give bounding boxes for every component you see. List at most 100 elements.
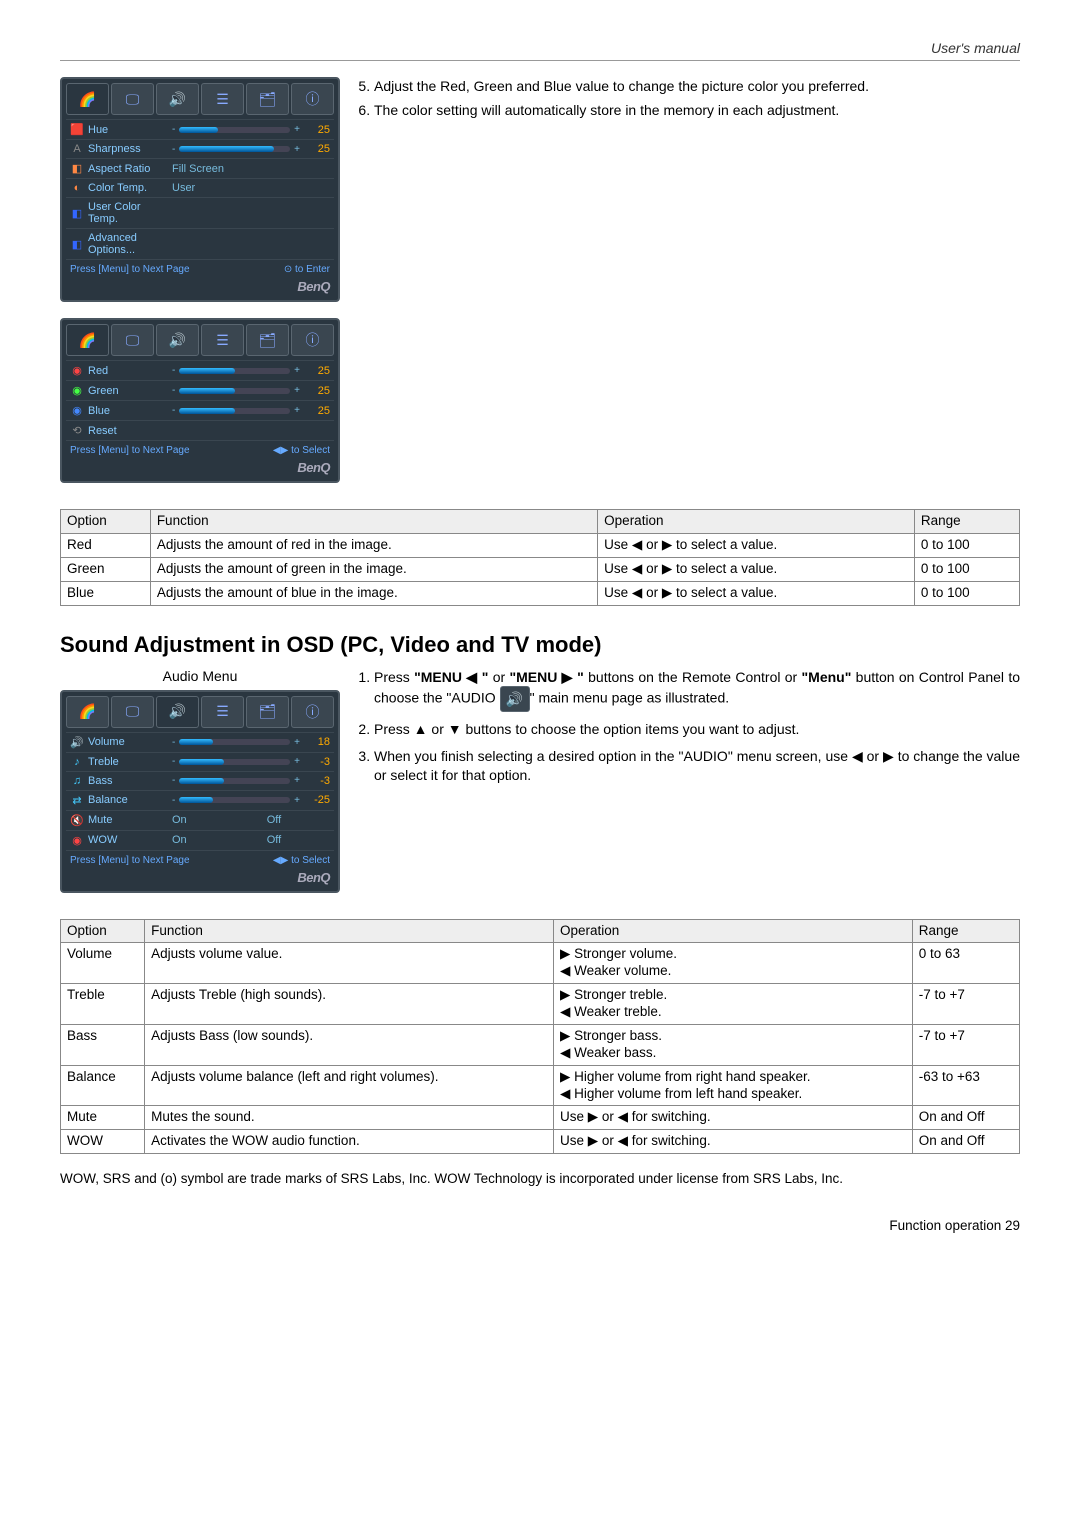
menu-bold: "Menu" <box>802 669 852 685</box>
osd-panel-usercolor: 🌈 🖵 🔊 ☰ 🗂 ⓘ ◉ Red- + 25◉ Green- + <box>60 318 340 483</box>
row-value: User <box>172 182 240 194</box>
table-cell: 0 to 100 <box>914 581 1019 605</box>
tab-info-icon: ⓘ <box>291 324 334 356</box>
table-cell: ▶ Stronger volume. ◀ Weaker volume. <box>554 943 913 984</box>
audio-menu-caption: Audio Menu <box>60 668 340 684</box>
osd-row: ◧ Aspect RatioFill Screen <box>66 158 334 178</box>
table-cell: Adjusts Bass (low sounds). <box>145 1024 554 1065</box>
txt: or <box>488 669 509 685</box>
osd-foot-left: Press [Menu] to Next Page <box>70 445 190 456</box>
table-cell: Adjusts Treble (high sounds). <box>145 984 554 1025</box>
minus-icon: - <box>172 385 175 396</box>
row-label: Mute <box>88 814 172 826</box>
osd-row: ⇄ Balance- + -25 <box>66 790 334 810</box>
row-num: 25 <box>300 143 330 155</box>
table-cell: -7 to +7 <box>912 1024 1019 1065</box>
table-header: Operation <box>554 919 913 943</box>
osd-row: ♫ Bass- + -3 <box>66 771 334 790</box>
audio-options-table: OptionFunctionOperationRange VolumeAdjus… <box>60 919 1020 1155</box>
note-6: The color setting will automatically sto… <box>374 101 1020 119</box>
table-cell: WOW <box>61 1130 145 1154</box>
tab-system-icon: 🗂 <box>246 324 289 356</box>
row-icon: ◉ <box>70 384 84 397</box>
audio-note-1: Press "MENU ◀ " or "MENU ▶ " buttons on … <box>374 668 1020 713</box>
osd-foot-right: ⊙ to Enter <box>284 264 330 275</box>
minus-icon: - <box>172 144 175 155</box>
table-cell: Mutes the sound. <box>145 1106 554 1130</box>
row-icon: ⇄ <box>70 794 84 807</box>
row-label: Bass <box>88 775 172 787</box>
row-num: 25 <box>300 385 330 397</box>
table-header: Option <box>61 510 151 534</box>
table-row: BassAdjusts Bass (low sounds).▶ Stronger… <box>61 1024 1020 1065</box>
row-label: Hue <box>88 124 172 136</box>
table-cell: Use ◀ or ▶ to select a value. <box>598 533 915 557</box>
row-icon: 🔊 <box>70 736 84 749</box>
row-icon: ◧ <box>70 162 84 175</box>
menu-right-bold: "MENU ▶ " <box>510 669 584 685</box>
table-row: BalanceAdjusts volume balance (left and … <box>61 1065 1020 1106</box>
row-num: -3 <box>300 775 330 787</box>
row-label: Treble <box>88 756 172 768</box>
table-cell: Adjusts the amount of blue in the image. <box>150 581 597 605</box>
osd-row: 🔇 MuteOnOff <box>66 810 334 830</box>
tab-picture-icon: 🌈 <box>66 696 109 728</box>
osd-foot-left: Press [Menu] to Next Page <box>70 264 190 275</box>
osd-row: ◧ Advanced Options... <box>66 228 334 259</box>
table-header: Operation <box>598 510 915 534</box>
audio-note-2: Press ▲ or ▼ buttons to choose the optio… <box>374 720 1020 739</box>
table-header: Option <box>61 919 145 943</box>
tab-audio-icon: 🔊 <box>156 696 199 728</box>
table-cell: On and Off <box>912 1106 1019 1130</box>
tab-system-icon: 🗂 <box>246 83 289 115</box>
table-row: BlueAdjusts the amount of blue in the im… <box>61 581 1020 605</box>
adjustment-notes: Adjust the Red, Green and Blue value to … <box>360 77 1020 499</box>
txt: Press <box>374 669 414 685</box>
osd-footer: Press [Menu] to Next Page ⊙ to Enter <box>66 259 334 279</box>
audio-notes: Press "MENU ◀ " or "MENU ▶ " buttons on … <box>360 668 1020 794</box>
table-cell: -7 to +7 <box>912 984 1019 1025</box>
txt: " main menu page as illustrated. <box>530 690 730 706</box>
table-cell: Green <box>61 557 151 581</box>
table-row: RedAdjusts the amount of red in the imag… <box>61 533 1020 557</box>
note-5: Adjust the Red, Green and Blue value to … <box>374 77 1020 95</box>
row-label: Red <box>88 365 172 377</box>
table-header: Function <box>150 510 597 534</box>
row-slider <box>179 408 290 414</box>
tab-picture-icon: 🌈 <box>66 324 109 356</box>
row-slider <box>179 388 290 394</box>
row-label: Aspect Ratio <box>88 163 172 175</box>
tab-picture-icon: 🌈 <box>66 83 109 115</box>
osd-footer: Press [Menu] to Next Page ◀▶ to Select <box>66 850 334 870</box>
minus-icon: - <box>172 756 175 767</box>
osd-row: ♪ Treble- + -3 <box>66 752 334 771</box>
table-header: Range <box>914 510 1019 534</box>
osd-row: ⟲ Reset <box>66 420 334 440</box>
table-cell: ▶ Stronger bass. ◀ Weaker bass. <box>554 1024 913 1065</box>
table-cell: Use ▶ or ◀ for switching. <box>554 1130 913 1154</box>
table-row: WOWActivates the WOW audio function.Use … <box>61 1130 1020 1154</box>
minus-icon: - <box>172 405 175 416</box>
tab-audio-icon: 🔊 <box>156 324 199 356</box>
osd-row: A Sharpness- + 25 <box>66 139 334 158</box>
row-slider <box>179 146 290 152</box>
table-cell: Use ▶ or ◀ for switching. <box>554 1106 913 1130</box>
tab-audio-icon: 🔊 <box>156 83 199 115</box>
table-cell: On and Off <box>912 1130 1019 1154</box>
table-row: GreenAdjusts the amount of green in the … <box>61 557 1020 581</box>
srs-footnote: WOW, SRS and (o) symbol are trade marks … <box>60 1170 1020 1188</box>
tab-menu-icon: ☰ <box>201 83 244 115</box>
osd-foot-right: ◀▶ to Select <box>273 445 330 456</box>
row-value: On <box>172 834 240 846</box>
row-icon: 🔇 <box>70 814 84 827</box>
audio-tab-icon: 🔊 <box>500 686 530 712</box>
table-cell: 0 to 63 <box>912 943 1019 984</box>
osd-foot-left: Press [Menu] to Next Page <box>70 855 190 866</box>
row-label: Reset <box>88 425 172 437</box>
table-cell: Use ◀ or ▶ to select a value. <box>598 557 915 581</box>
table-cell: Blue <box>61 581 151 605</box>
minus-icon: - <box>172 124 175 135</box>
osd-tabs: 🌈 🖵 🔊 ☰ 🗂 ⓘ <box>66 696 334 728</box>
row-num: 25 <box>300 405 330 417</box>
osd-row: ◉ Green- + 25 <box>66 380 334 400</box>
